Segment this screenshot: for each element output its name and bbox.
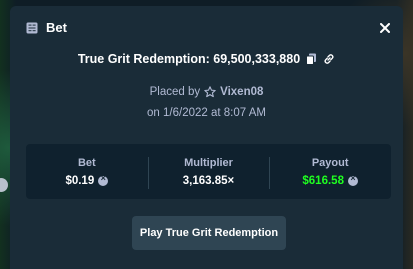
- bet-stats-panel: Bet $0.19 Multiplier 3,163.85× Payout $6…: [26, 144, 391, 199]
- star-outline-icon: [204, 86, 216, 98]
- currency-coin-icon: [98, 173, 109, 186]
- placed-by-label: Placed by: [149, 86, 201, 98]
- username-link[interactable]: Vixen08: [220, 86, 263, 98]
- stat-payout: Payout $616.58: [269, 144, 391, 199]
- bet-details-modal: Bet True Grit Redemption: 69,500,333,880…: [10, 6, 403, 269]
- modal-title: Bet: [46, 20, 67, 35]
- stat-bet: Bet $0.19: [26, 144, 148, 199]
- stat-multiplier-value: 3,163.85×: [182, 174, 235, 187]
- copy-icon[interactable]: [306, 53, 317, 65]
- stat-payout-value: $616.58: [302, 174, 344, 187]
- game-id-line: True Grit Redemption: 69,500,333,880: [10, 52, 403, 66]
- stat-bet-value-group: $0.19: [65, 173, 109, 187]
- stat-payout-value-group: $616.58: [302, 173, 358, 187]
- stat-payout-label: Payout: [311, 156, 349, 169]
- stat-bet-value: $0.19: [65, 174, 95, 187]
- modal-title-group: Bet: [26, 20, 67, 35]
- stat-bet-label: Bet: [77, 156, 96, 169]
- stat-multiplier-label: Multiplier: [184, 156, 233, 169]
- close-button[interactable]: [377, 20, 393, 36]
- game-title: True Grit Redemption: 69,500,333,880: [77, 52, 301, 66]
- link-icon[interactable]: [323, 53, 335, 65]
- placed-by-line: Placed by Vixen08: [10, 86, 403, 98]
- play-game-button[interactable]: Play True Grit Redemption: [132, 216, 286, 250]
- bet-slip-icon: [26, 22, 38, 34]
- modal-header: Bet: [10, 6, 403, 50]
- currency-coin-icon: [347, 173, 358, 186]
- placed-date: on 1/6/2022 at 8:07 AM: [147, 107, 266, 119]
- close-icon: [380, 23, 390, 33]
- stat-multiplier: Multiplier 3,163.85×: [147, 144, 270, 199]
